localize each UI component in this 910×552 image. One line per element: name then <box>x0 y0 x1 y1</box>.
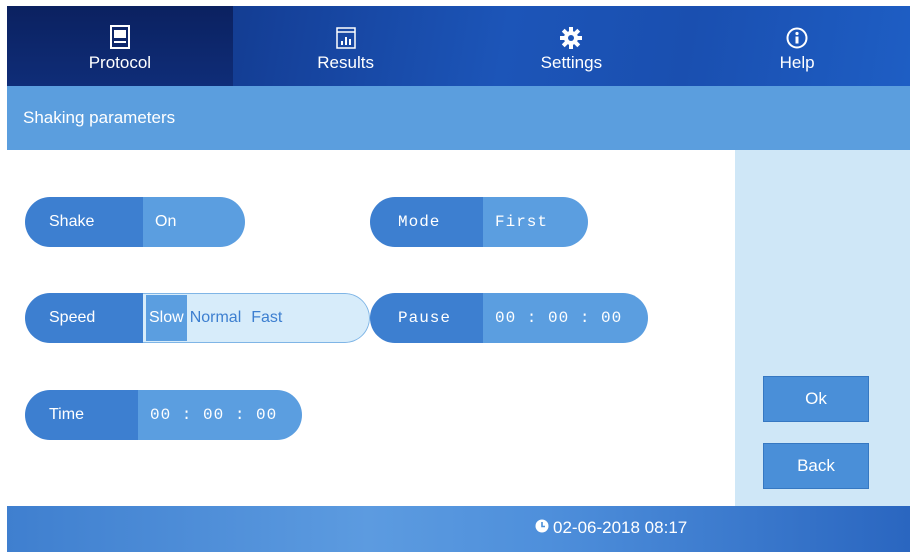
ok-button[interactable]: Ok <box>763 376 869 422</box>
pause-label: Pause <box>370 293 483 343</box>
tab-label: Help <box>779 53 815 72</box>
side-panel: Ok Back <box>735 150 910 506</box>
speed-option-fast[interactable]: Fast <box>244 295 285 341</box>
tab-label: Results <box>317 53 374 72</box>
speed-label: Speed <box>25 293 143 343</box>
info-icon <box>786 19 808 49</box>
mode-value[interactable]: First <box>483 197 588 247</box>
bar-chart-icon <box>335 19 356 49</box>
tab-label: Protocol <box>88 53 152 72</box>
datetime-text: 02-06-2018 08:17 <box>553 518 688 537</box>
speed-options: Slow Normal Fast <box>143 293 370 343</box>
time-value[interactable]: 00 : 00 : 00 <box>138 390 302 440</box>
tab-label: Settings <box>540 53 603 72</box>
pause-value[interactable]: 00 : 00 : 00 <box>483 293 648 343</box>
status-bar: 02-06-2018 08:17 <box>7 506 910 552</box>
gear-icon <box>560 19 583 49</box>
back-button[interactable]: Back <box>763 443 869 489</box>
page-title-bar: Shaking parameters <box>7 86 910 150</box>
mode-label: Mode <box>370 197 483 247</box>
mode-control[interactable]: Mode First <box>370 197 588 247</box>
datetime-display: 02-06-2018 08:17 <box>535 518 687 538</box>
tab-help[interactable]: Help <box>684 6 910 86</box>
shake-value[interactable]: On <box>143 197 245 247</box>
speed-control[interactable]: Speed Slow Normal Fast <box>25 293 370 343</box>
speed-option-normal[interactable]: Normal <box>187 295 245 341</box>
shake-control[interactable]: Shake On <box>25 197 245 247</box>
tab-protocol[interactable]: Protocol <box>7 6 233 86</box>
time-label: Time <box>25 390 138 440</box>
top-nav: Protocol Results Settings Help <box>7 6 910 86</box>
shake-label: Shake <box>25 197 143 247</box>
tab-settings[interactable]: Settings <box>459 6 685 86</box>
time-control[interactable]: Time 00 : 00 : 00 <box>25 390 302 440</box>
speed-option-slow[interactable]: Slow <box>146 295 187 341</box>
page-title: Shaking parameters <box>23 108 176 127</box>
pause-control[interactable]: Pause 00 : 00 : 00 <box>370 293 648 343</box>
tab-results[interactable]: Results <box>233 6 459 86</box>
clock-icon <box>535 518 553 538</box>
monitor-icon <box>109 19 130 49</box>
